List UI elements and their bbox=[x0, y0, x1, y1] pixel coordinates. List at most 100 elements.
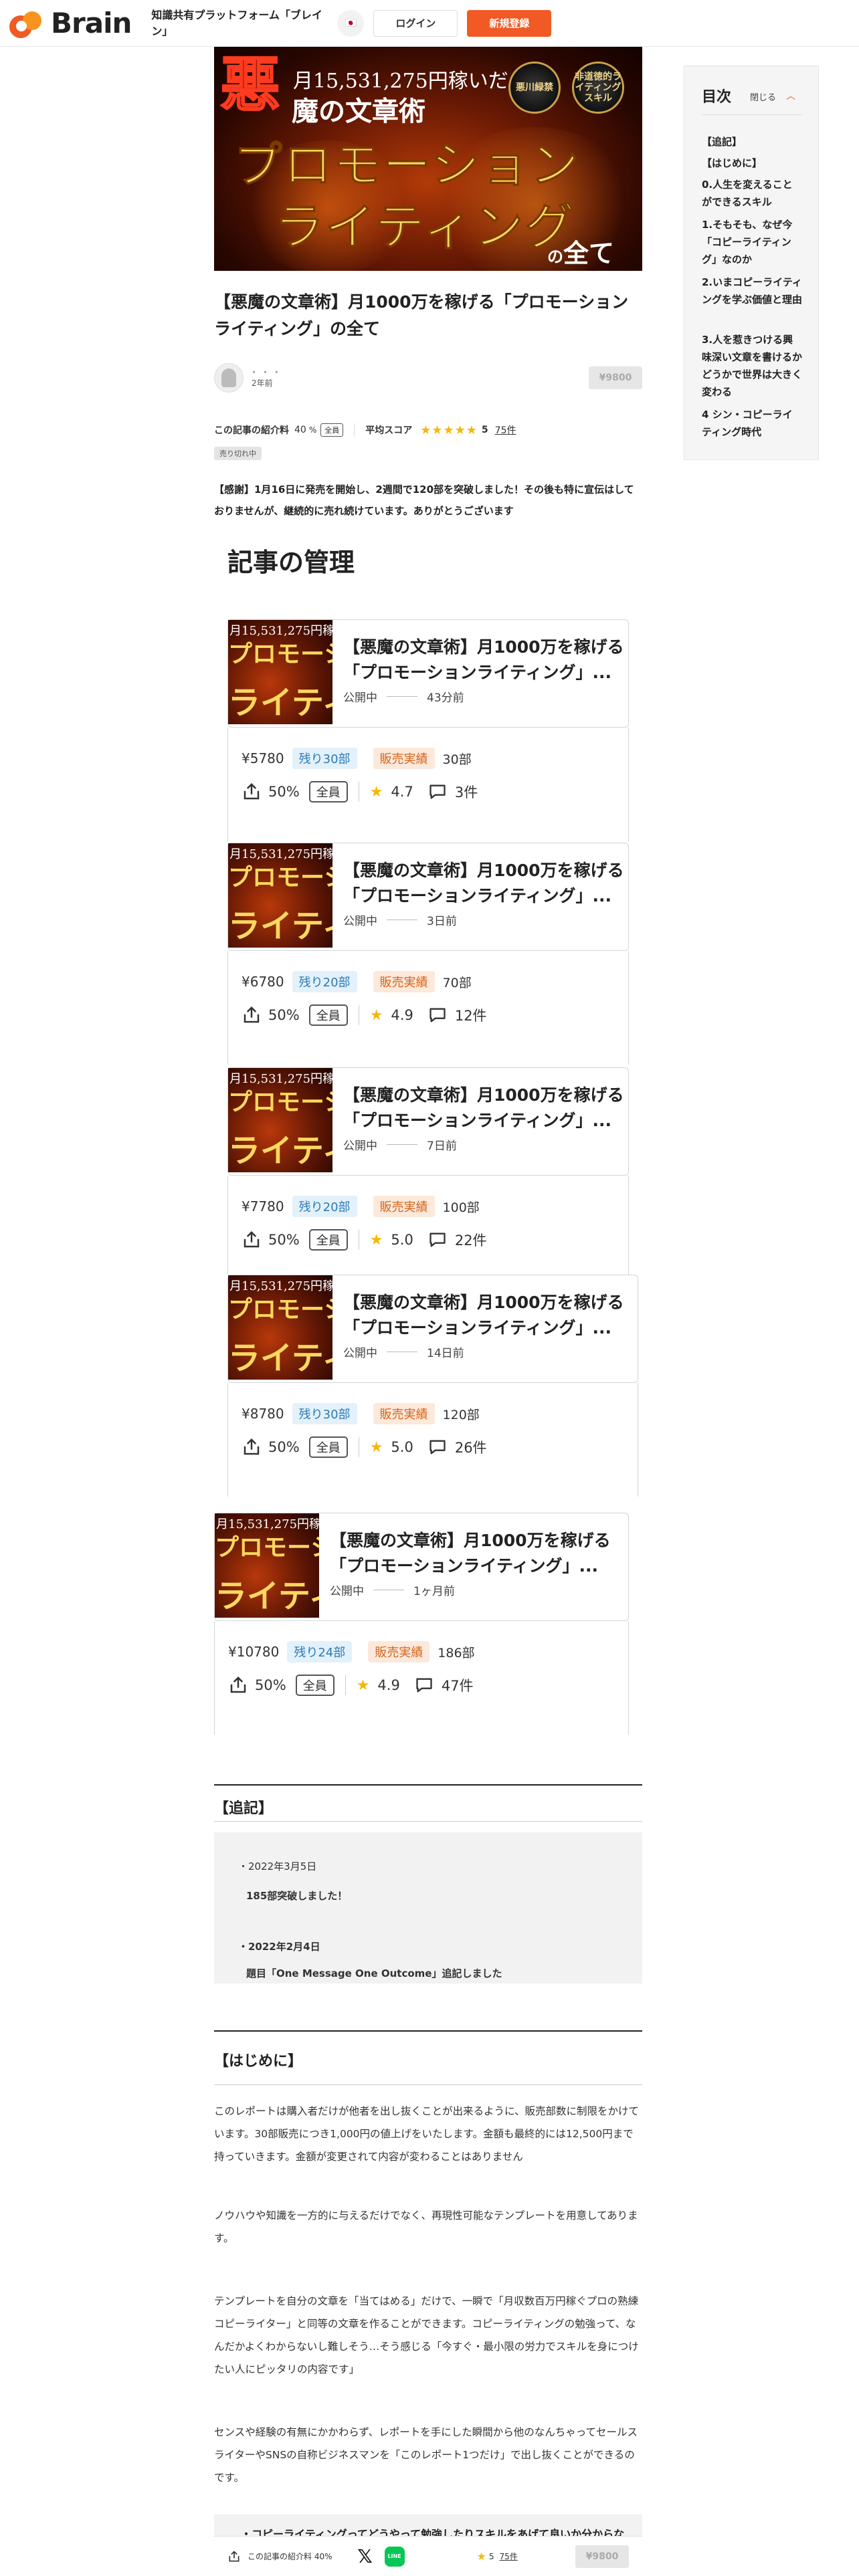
article-card[interactable]: 月15,531,275円稼いだ プロモーション ライティング 【悪魔の文章術】月… bbox=[227, 1067, 629, 1289]
card-details: ¥5780 残り30部 販売実績 30部 50% 全員 ★ 4.7 3件 bbox=[227, 728, 629, 841]
login-button[interactable]: ログイン bbox=[373, 9, 458, 37]
bottom-reviews-link[interactable]: 75件 bbox=[499, 2551, 517, 2562]
card-details: ¥7780 残り20部 販売実績 100部 50% 全員 ★ 5.0 22件 bbox=[227, 1176, 629, 1289]
remaining-badge: 残り20部 bbox=[292, 971, 357, 992]
comment-icon[interactable] bbox=[415, 1677, 434, 1694]
card-title[interactable]: 【悪魔の文章術】月1000万を稼げる「プロモーションライティング」... bbox=[343, 635, 638, 685]
toc-item-4[interactable]: 4 シン・コピーライティング時代 bbox=[702, 406, 802, 441]
card-title[interactable]: 【悪魔の文章術】月1000万を稼げる「プロモーションライティング」... bbox=[330, 1528, 624, 1579]
card-header[interactable]: 月15,531,275円稼いだ プロモーション ライティング 【悪魔の文章術】月… bbox=[227, 1275, 638, 1383]
comment-icon[interactable] bbox=[428, 1438, 447, 1456]
chevron-up-icon[interactable]: ︿ bbox=[786, 89, 795, 102]
share-icon[interactable] bbox=[242, 782, 262, 802]
card-status: 公開中 3日前 bbox=[343, 911, 457, 928]
remaining-badge: 残り24部 bbox=[287, 1641, 353, 1662]
share-icon[interactable] bbox=[227, 2550, 241, 2563]
toc-title: 目次 bbox=[702, 89, 732, 106]
site-tagline: 知識共有プラットフォーム「ブレイン」 bbox=[151, 8, 322, 37]
thumb-promo: プロモーション bbox=[228, 1295, 332, 1323]
card-time: 43分前 bbox=[427, 691, 464, 705]
thumb-writing: ライティング bbox=[228, 907, 332, 945]
affiliate-label: この記事の紹介料 bbox=[214, 425, 289, 436]
bottom-buy-button[interactable]: ¥9800 bbox=[575, 2545, 629, 2568]
toc-close-button[interactable]: 閉じる bbox=[750, 90, 776, 103]
card-title[interactable]: 【悪魔の文章術】月1000万を稼げる「プロモーションライティング」... bbox=[343, 858, 638, 909]
thanks-text: 【感謝】1月16日に発売を開始し、2週間で120部を突破しました！その後も特に宣… bbox=[214, 484, 634, 517]
cover-all: 全て bbox=[563, 238, 615, 268]
share-icon[interactable] bbox=[242, 1230, 262, 1250]
hajimeni-p3: テンプレートを自分の文章を「当てはめる」だけで、一瞬で「月収数百万円稼ぐプロの熟… bbox=[214, 2295, 639, 2375]
toc-item-3[interactable]: 3.人を惹きつける興味深い文章を書けるかどうかで世界は大きく変わる bbox=[702, 331, 802, 401]
star-icon: ★ bbox=[369, 1231, 383, 1249]
card-header[interactable]: 月15,531,275円稼いだ プロモーション ライティング 【悪魔の文章術】月… bbox=[227, 619, 629, 728]
thumb-writing: ライティング bbox=[228, 1339, 332, 1377]
sales-count: 30部 bbox=[442, 752, 472, 767]
card-header[interactable]: 月15,531,275円稼いだ プロモーション ライティング 【悪魔の文章術】月… bbox=[214, 1513, 629, 1621]
sales-count: 186部 bbox=[438, 1645, 475, 1660]
toc-item-hajimeni[interactable]: 【はじめに】 bbox=[702, 154, 802, 172]
article-card[interactable]: 月15,531,275円稼いだ プロモーション ライティング 【悪魔の文章術】月… bbox=[227, 619, 629, 841]
comment-count: 12件 bbox=[454, 1008, 487, 1024]
card-title[interactable]: 【悪魔の文章術】月1000万を稼げる「プロモーションライティング」... bbox=[343, 1083, 638, 1134]
cover-seal-1: 悪川緑禁 bbox=[508, 62, 561, 114]
affiliate-rate: 50% bbox=[255, 1677, 286, 1693]
toc-item-tsuiki[interactable]: 【追記】 bbox=[702, 133, 802, 150]
comment-count: 47件 bbox=[441, 1678, 474, 1694]
card-rating: 5.0 bbox=[391, 1439, 413, 1455]
brain-logo[interactable]: Brain bbox=[9, 7, 132, 39]
line-share-icon[interactable]: LINE bbox=[384, 2546, 405, 2567]
sales-count: 100部 bbox=[442, 1200, 480, 1215]
card-status-label: 公開中 bbox=[343, 1347, 377, 1360]
toc-item-2[interactable]: 2.いまコピーライティングを学ぶ価値と理由 bbox=[702, 274, 802, 308]
star-icon: ★ bbox=[369, 783, 383, 800]
article-card[interactable]: 月15,531,275円稼いだ プロモーション ライティング 【悪魔の文章術】月… bbox=[214, 1513, 629, 1735]
signup-button[interactable]: 新規登録 bbox=[467, 9, 552, 37]
tsuiki-heading-text: 【追記】 bbox=[214, 1800, 274, 1817]
share-icon[interactable] bbox=[228, 1675, 248, 1695]
score-value: 5 bbox=[481, 425, 488, 435]
author-avatar[interactable] bbox=[214, 363, 244, 393]
author-name[interactable]: • • • bbox=[252, 367, 281, 378]
x-share-icon[interactable]: 𝕏 bbox=[355, 2545, 375, 2567]
article-card[interactable]: 月15,531,275円稼いだ プロモーション ライティング 【悪魔の文章術】月… bbox=[227, 1275, 638, 1497]
card-price: ¥6780 bbox=[242, 974, 284, 990]
comment-icon[interactable] bbox=[428, 1231, 447, 1249]
card-thumbnail: 月15,531,275円稼いだ プロモーション ライティング bbox=[228, 1275, 332, 1380]
tsuiki-date-2: ・2022年2月4日 bbox=[238, 1941, 320, 1953]
author-meta: • • • 2年前 bbox=[252, 367, 281, 389]
affiliate-rate: 50% bbox=[268, 784, 300, 800]
language-flag-button[interactable]: 🇯🇵 bbox=[337, 9, 365, 37]
cover-bunsho: 魔の文章術 bbox=[292, 96, 425, 127]
reviews-link[interactable]: 75件 bbox=[495, 423, 516, 437]
bottom-action-bar: この記事の紹介料 40% 𝕏 LINE ★ 5 75件 ¥9800 bbox=[214, 2536, 642, 2576]
card-status-label: 公開中 bbox=[343, 915, 377, 928]
share-icon[interactable] bbox=[242, 1437, 262, 1457]
toc-item-0[interactable]: 0.人生を変えることができるスキル bbox=[702, 176, 802, 211]
logo-text: Brain bbox=[51, 7, 132, 39]
card-title[interactable]: 【悪魔の文章術】月1000万を稼げる「プロモーションライティング」... bbox=[343, 1290, 638, 1341]
card-header[interactable]: 月15,531,275円稼いだ プロモーション ライティング 【悪魔の文章術】月… bbox=[227, 843, 629, 951]
buy-price-button[interactable]: ¥9800 bbox=[589, 366, 642, 389]
brain-logo-icon bbox=[9, 9, 48, 38]
card-rating: 4.7 bbox=[391, 784, 413, 800]
toc-item-1[interactable]: 1.そもそも、なぜ今「コピーライティング」なのか bbox=[702, 216, 802, 268]
card-status-label: 公開中 bbox=[330, 1585, 364, 1598]
card-price: ¥10780 bbox=[228, 1644, 280, 1660]
cover-writing: ライティング bbox=[274, 199, 576, 257]
card-thumbnail: 月15,531,275円稼いだ プロモーション ライティング bbox=[215, 1513, 319, 1618]
card-time: 3日前 bbox=[427, 915, 457, 928]
remaining-badge: 残り30部 bbox=[292, 748, 357, 769]
comment-icon[interactable] bbox=[428, 1006, 447, 1024]
cover-no: の bbox=[547, 247, 563, 266]
card-thumbnail: 月15,531,275円稼いだ プロモーション ライティング bbox=[228, 1068, 332, 1172]
thumb-promo: プロモーション bbox=[228, 640, 332, 668]
share-icon[interactable] bbox=[242, 1005, 262, 1025]
comment-count: 3件 bbox=[454, 784, 478, 800]
thanks-message: 【感謝】1月16日に発売を開始し、2週間で120部を突破しました！その後も特に宣… bbox=[214, 479, 642, 522]
comment-icon[interactable] bbox=[428, 783, 447, 800]
bottom-affiliate-text: この記事の紹介料 40% bbox=[248, 2552, 332, 2561]
table-of-contents: 目次 閉じる ︿ 【追記】 【はじめに】 0.人生を変えることができるスキル 1… bbox=[684, 66, 819, 460]
card-header[interactable]: 月15,531,275円稼いだ プロモーション ライティング 【悪魔の文章術】月… bbox=[227, 1067, 629, 1176]
article-card[interactable]: 月15,531,275円稼いだ プロモーション ライティング 【悪魔の文章術】月… bbox=[227, 843, 629, 1065]
cover-subete: の全て bbox=[547, 233, 614, 270]
